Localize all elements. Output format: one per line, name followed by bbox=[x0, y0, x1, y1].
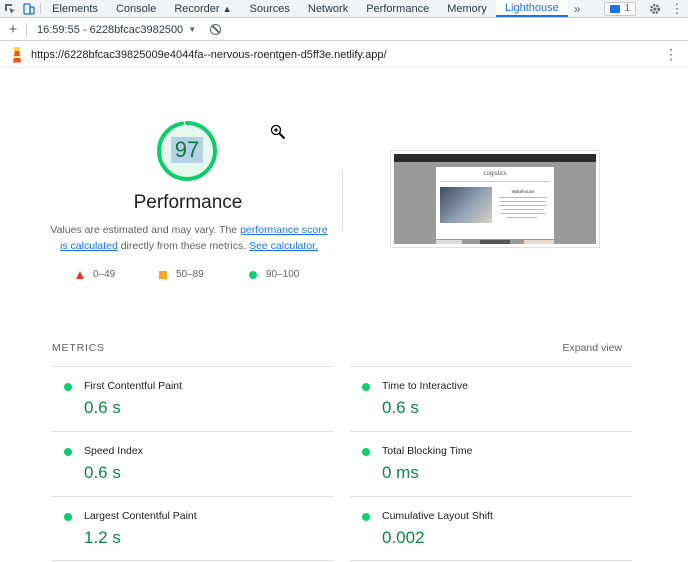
tab-label: Recorder bbox=[174, 2, 220, 15]
metric-name: First Contentful Paint bbox=[84, 380, 183, 392]
metrics-divider bbox=[350, 560, 632, 561]
tab-lighthouse[interactable]: Lighthouse bbox=[495, 0, 568, 17]
issues-count: 1 bbox=[624, 3, 631, 14]
report-bar: + 16:59:55 - 6228bfcac3982500 ▼ bbox=[0, 19, 688, 41]
screenshot-card: Logistics Warehouse bbox=[436, 167, 554, 239]
report-url-bar: https://6228bfcac39825009e4044fa--nervou… bbox=[0, 42, 688, 68]
metric-time-to-interactive: Time to Interactive 0.6 s bbox=[350, 366, 632, 431]
metrics-divider bbox=[52, 560, 334, 561]
pass-circle-icon bbox=[64, 448, 72, 456]
fail-triangle-icon bbox=[76, 270, 84, 279]
screenshot-tile bbox=[524, 240, 554, 244]
metric-value: 1.2 s bbox=[84, 528, 121, 547]
see-calculator-link[interactable]: See calculator. bbox=[249, 240, 318, 252]
pass-circle-icon bbox=[362, 383, 370, 391]
pass-circle-icon bbox=[249, 270, 257, 279]
screenshot-card-title: Logistics bbox=[483, 171, 507, 177]
metric-cumulative-layout-shift: Cumulative Layout Shift 0.002 bbox=[350, 496, 632, 561]
tab-label: Performance bbox=[366, 2, 430, 15]
inspect-element-icon[interactable] bbox=[0, 0, 19, 17]
tab-label: Console bbox=[115, 2, 157, 15]
issues-counter[interactable]: 1 bbox=[604, 0, 637, 17]
gear-icon[interactable] bbox=[644, 0, 666, 17]
desc-text: Values are estimated and may vary. The bbox=[50, 224, 241, 236]
report-url: https://6228bfcac39825009e4044fa--nervou… bbox=[31, 48, 387, 61]
metric-value: 0.6 s bbox=[84, 398, 121, 417]
screenshot-tile bbox=[480, 240, 510, 244]
tab-network[interactable]: Network bbox=[299, 0, 357, 17]
pass-circle-icon bbox=[64, 383, 72, 391]
zoom-in-cursor-icon bbox=[270, 124, 286, 140]
tab-label: Memory bbox=[447, 2, 487, 15]
tab-memory[interactable]: Memory bbox=[438, 0, 496, 17]
final-screenshot-thumbnail[interactable]: Logistics Warehouse bbox=[390, 150, 600, 248]
screenshot-header bbox=[394, 154, 596, 162]
legend-average: 50–89 bbox=[159, 269, 204, 280]
score-description: Values are estimated and may vary. The p… bbox=[48, 222, 330, 254]
desc-text: directly from these metrics. bbox=[117, 240, 250, 252]
metric-value: 0 ms bbox=[382, 463, 419, 482]
pass-circle-icon bbox=[362, 513, 370, 521]
screenshot-card-heading: Warehouse bbox=[511, 189, 535, 194]
performance-score: 97 bbox=[171, 137, 203, 163]
metric-name: Total Blocking Time bbox=[382, 445, 473, 457]
metric-name: Largest Contentful Paint bbox=[84, 510, 197, 522]
summary-divider bbox=[342, 170, 343, 230]
metric-value: 0.002 bbox=[382, 528, 425, 547]
metric-speed-index: Speed Index 0.6 s bbox=[52, 431, 334, 496]
metric-largest-contentful-paint: Largest Contentful Paint 1.2 s bbox=[52, 496, 334, 561]
lighthouse-logo-icon bbox=[10, 46, 24, 63]
tab-sources[interactable]: Sources bbox=[241, 0, 299, 17]
metric-first-contentful-paint: First Contentful Paint 0.6 s bbox=[52, 366, 334, 431]
legend-pass: 90–100 bbox=[249, 269, 299, 280]
tab-performance[interactable]: Performance bbox=[357, 0, 438, 17]
pass-circle-icon bbox=[362, 448, 370, 456]
legend-fail: 0–49 bbox=[76, 269, 115, 280]
device-toolbar-icon[interactable] bbox=[19, 0, 38, 17]
tab-label: Sources bbox=[249, 2, 290, 15]
metric-value: 0.6 s bbox=[84, 463, 121, 482]
screenshot-photo bbox=[440, 187, 492, 223]
toolbar-divider bbox=[40, 3, 42, 14]
tab-console[interactable]: Console bbox=[107, 0, 165, 17]
clear-reports-icon[interactable] bbox=[210, 24, 222, 35]
legend-label: 0–49 bbox=[93, 269, 116, 280]
metric-name: Cumulative Layout Shift bbox=[382, 510, 493, 522]
metric-total-blocking-time: Total Blocking Time 0 ms bbox=[350, 431, 632, 496]
category-title: Performance bbox=[133, 192, 243, 213]
legend-label: 90–100 bbox=[266, 269, 300, 280]
pass-circle-icon bbox=[64, 513, 72, 521]
toolbar-right: 1 ⋮ bbox=[586, 0, 688, 17]
metric-name: Time to Interactive bbox=[382, 380, 468, 392]
metric-name: Speed Index bbox=[84, 445, 143, 457]
flask-icon: ▲ bbox=[222, 3, 232, 14]
tab-elements[interactable]: Elements bbox=[43, 0, 107, 17]
metric-value: 0.6 s bbox=[382, 398, 419, 417]
report-selector[interactable]: 16:59:55 - 6228bfcac3982500 bbox=[37, 24, 183, 36]
tab-label: Network bbox=[307, 2, 349, 15]
metrics-heading: METRICS bbox=[52, 342, 105, 354]
performance-gauge[interactable]: 97 bbox=[155, 119, 219, 183]
new-report-button[interactable]: + bbox=[0, 21, 26, 38]
dropdown-caret-icon[interactable]: ▼ bbox=[188, 25, 196, 34]
tab-label: Lighthouse bbox=[504, 1, 559, 14]
report-menu-icon[interactable]: ⋮ bbox=[664, 46, 678, 63]
issues-badge[interactable]: 1 bbox=[604, 1, 637, 16]
toolbar-divider bbox=[26, 22, 27, 37]
kebab-menu-icon[interactable]: ⋮ bbox=[666, 0, 688, 17]
tab-recorder[interactable]: Recorder ▲ bbox=[165, 0, 240, 17]
average-square-icon bbox=[159, 270, 167, 279]
devtools-tabbar: Elements Console Recorder ▲ Sources Netwo… bbox=[0, 0, 688, 18]
screenshot-image: Logistics Warehouse bbox=[394, 154, 596, 244]
tab-label: Elements bbox=[52, 2, 98, 15]
screenshot-tile bbox=[436, 240, 462, 244]
expand-view-toggle[interactable]: Expand view bbox=[562, 342, 622, 354]
more-tabs-button[interactable]: » bbox=[568, 0, 587, 17]
message-icon bbox=[610, 4, 621, 13]
legend-label: 50–89 bbox=[176, 269, 204, 280]
